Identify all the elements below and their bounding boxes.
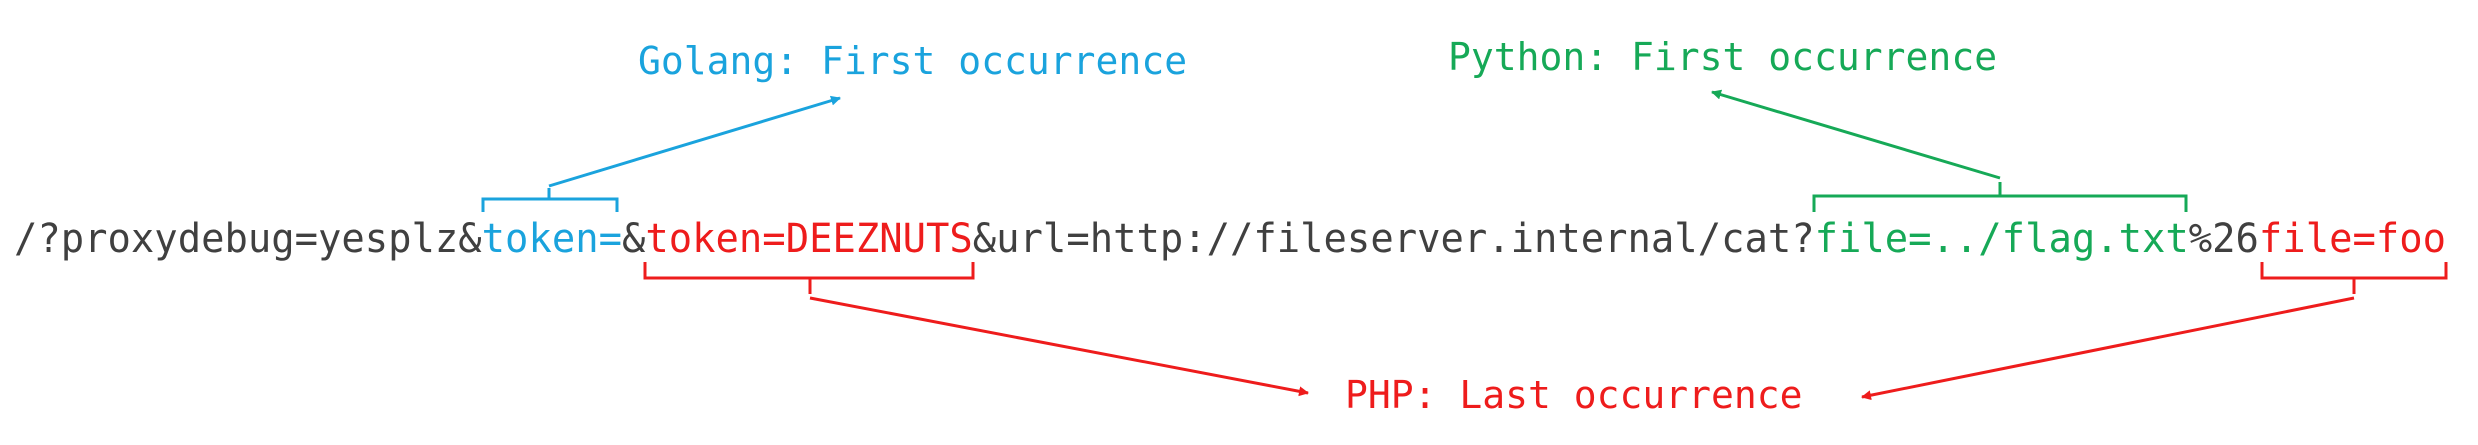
url-file-first: file=../flag.txt (1815, 216, 2189, 262)
url-amp: & (622, 216, 645, 262)
python-arrow (1711, 89, 2001, 180)
url-prefix: /?proxydebug=yesplz& (14, 216, 482, 262)
url-line: /?proxydebug=yesplz&token=&token=DEEZNUT… (14, 216, 2446, 262)
golang-bracket (481, 188, 619, 212)
url-token-full: token=DEEZNUTS (645, 216, 972, 262)
golang-label: Golang: First occurrence (638, 39, 1187, 83)
php-bracket-token (643, 262, 975, 294)
url-file-last: file=foo (2259, 216, 2446, 262)
php-bracket-file (2260, 262, 2448, 294)
python-label: Python: First occurrence (1448, 35, 1997, 79)
url-middle: &url=http://fileserver.internal/cat? (973, 216, 1815, 262)
python-bracket (1812, 182, 2188, 212)
url-token-empty: token= (482, 216, 622, 262)
url-encoded-amp: %26 (2189, 216, 2259, 262)
golang-arrow (548, 95, 841, 188)
php-label: PHP: Last occurrence (1345, 373, 1803, 417)
php-arrow-file (1861, 296, 2355, 401)
php-arrow-token (809, 296, 1309, 397)
query-parsing-diagram: Golang: First occurrence Python: First o… (14, 35, 2448, 417)
